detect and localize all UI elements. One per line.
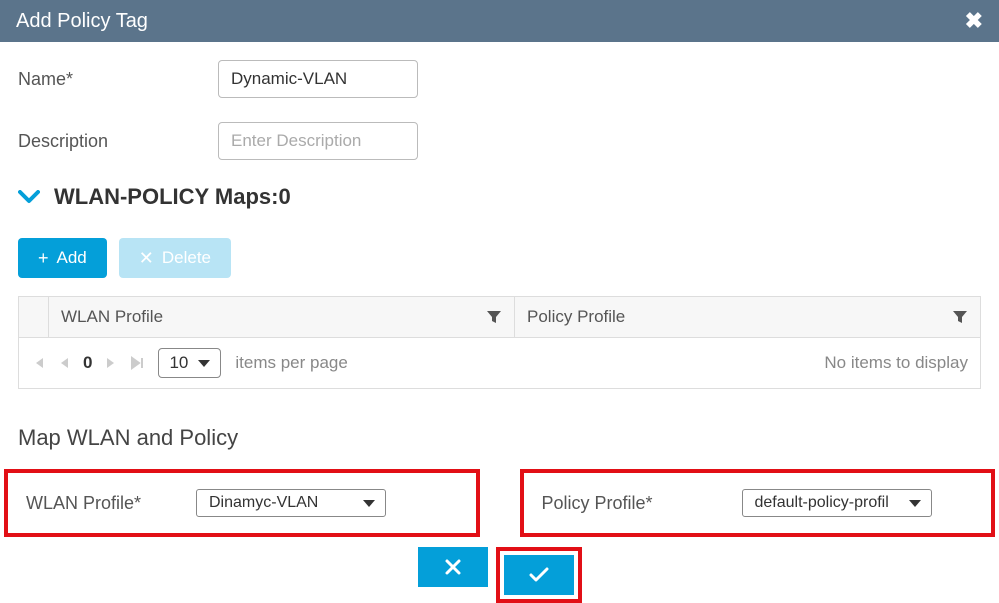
next-page-icon[interactable] bbox=[106, 356, 116, 370]
page-number: 0 bbox=[83, 353, 92, 373]
wlan-profile-select[interactable]: Dinamyc-VLAN bbox=[196, 489, 386, 517]
action-buttons: + Add ✕ Delete bbox=[18, 238, 981, 278]
delete-button-label: Delete bbox=[162, 248, 211, 268]
x-icon bbox=[444, 558, 462, 576]
map-heading: Map WLAN and Policy bbox=[0, 425, 999, 451]
name-row: Name* bbox=[18, 60, 981, 98]
grid-empty-text: No items to display bbox=[824, 353, 968, 373]
description-input[interactable] bbox=[218, 122, 418, 160]
grid-checkbox-col bbox=[19, 297, 49, 337]
name-label: Name* bbox=[18, 69, 218, 90]
check-icon bbox=[529, 567, 549, 583]
section-count: 0 bbox=[278, 184, 290, 210]
grid-footer: 0 10 items per page No items to display bbox=[19, 338, 980, 388]
description-row: Description bbox=[18, 122, 981, 160]
grid-header: WLAN Profile Policy Profile bbox=[19, 297, 980, 338]
policy-profile-highlight: Policy Profile* default-policy-profil bbox=[520, 469, 996, 537]
map-confirm-button[interactable] bbox=[504, 555, 574, 595]
prev-page-icon[interactable] bbox=[59, 356, 69, 370]
add-button[interactable]: + Add bbox=[18, 238, 107, 278]
chevron-down-icon bbox=[18, 190, 40, 204]
wlan-profile-label: WLAN Profile* bbox=[26, 493, 166, 514]
pager: 0 10 items per page bbox=[31, 348, 348, 378]
map-confirm-highlight bbox=[496, 547, 582, 603]
description-label: Description bbox=[18, 131, 218, 152]
map-action-row bbox=[0, 547, 999, 603]
section-title-prefix: WLAN-POLICY Maps: bbox=[54, 184, 278, 210]
wlan-policy-maps-header[interactable]: WLAN-POLICY Maps: 0 bbox=[18, 184, 981, 210]
policy-profile-select[interactable]: default-policy-profil bbox=[742, 489, 932, 517]
policy-profile-value: default-policy-profil bbox=[755, 494, 889, 512]
page-size-value: 10 bbox=[169, 353, 188, 373]
x-icon: ✕ bbox=[139, 249, 154, 267]
form-body: Name* Description WLAN-POLICY Maps: 0 + … bbox=[0, 42, 999, 407]
grid-col-wlan-label: WLAN Profile bbox=[61, 307, 163, 327]
maps-grid: WLAN Profile Policy Profile 0 bbox=[18, 296, 981, 389]
modal-header: Add Policy Tag ✖ bbox=[0, 0, 999, 42]
grid-col-policy[interactable]: Policy Profile bbox=[515, 297, 980, 337]
policy-profile-label: Policy Profile* bbox=[542, 493, 712, 514]
caret-down-icon bbox=[198, 360, 210, 367]
items-per-page-label: items per page bbox=[235, 353, 347, 373]
grid-col-policy-label: Policy Profile bbox=[527, 307, 625, 327]
page-size-select[interactable]: 10 bbox=[158, 348, 221, 378]
caret-down-icon bbox=[363, 500, 375, 507]
caret-down-icon bbox=[909, 500, 921, 507]
filter-icon[interactable] bbox=[952, 309, 968, 325]
map-row: WLAN Profile* Dinamyc-VLAN Policy Profil… bbox=[0, 469, 999, 537]
plus-icon: + bbox=[38, 249, 49, 267]
wlan-profile-value: Dinamyc-VLAN bbox=[209, 494, 318, 512]
last-page-icon[interactable] bbox=[130, 356, 144, 370]
grid-col-wlan[interactable]: WLAN Profile bbox=[49, 297, 515, 337]
filter-icon[interactable] bbox=[486, 309, 502, 325]
add-button-label: Add bbox=[57, 248, 87, 268]
wlan-profile-highlight: WLAN Profile* Dinamyc-VLAN bbox=[4, 469, 480, 537]
close-icon[interactable]: ✖ bbox=[965, 8, 983, 34]
delete-button[interactable]: ✕ Delete bbox=[119, 238, 231, 278]
map-cancel-button[interactable] bbox=[418, 547, 488, 587]
first-page-icon[interactable] bbox=[31, 356, 45, 370]
modal-title: Add Policy Tag bbox=[16, 10, 148, 33]
name-input[interactable] bbox=[218, 60, 418, 98]
